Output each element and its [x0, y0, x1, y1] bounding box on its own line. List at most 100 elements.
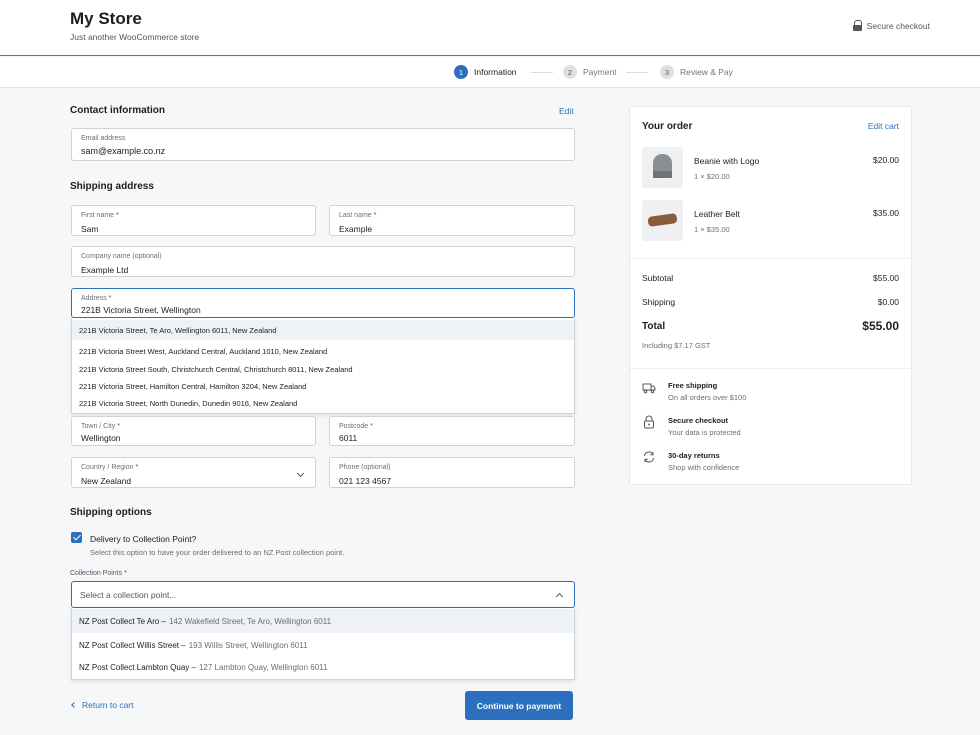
order-summary-title: Your order — [642, 121, 693, 132]
step-label: Information — [474, 67, 517, 77]
lock-icon — [644, 415, 654, 429]
first-name-field[interactable]: First name * Sam — [71, 205, 316, 236]
address-value: 221B Victoria Street, Wellington — [81, 305, 201, 315]
item-name: Beanie with Logo — [694, 156, 760, 166]
shipping-label: Shipping — [642, 297, 676, 307]
lock-icon — [852, 20, 863, 31]
address-label: Address * — [81, 295, 112, 302]
divider — [630, 368, 911, 369]
collection-point-checkbox-label[interactable]: Delivery to Collection Point? — [90, 534, 196, 544]
total-value: $55.00 — [862, 319, 899, 333]
continue-to-payment-button[interactable]: Continue to payment — [465, 691, 573, 720]
return-to-cart-link[interactable]: Return to cart — [71, 700, 134, 710]
subtotal-label: Subtotal — [642, 273, 674, 283]
postcode-label: Postcode * — [339, 423, 373, 430]
step-review-pay[interactable]: 3 Review & Pay — [660, 65, 733, 79]
collection-point-option[interactable]: NZ Post Collect Te Aro – 142 Wakefield S… — [72, 609, 574, 633]
chevron-left-icon — [71, 702, 77, 708]
step-connector — [531, 72, 553, 73]
order-summary: Your order Edit cart Beanie with Logo 1 … — [629, 106, 912, 485]
required-mark: * — [108, 295, 112, 302]
total-label: Total — [642, 321, 666, 332]
email-value: sam@example.co.nz — [81, 146, 166, 156]
option-address: 142 Wakefield Street, Te Aro, Wellington… — [169, 616, 332, 626]
postcode-value: 6011 — [339, 433, 358, 443]
feature-title: Secure checkout — [668, 416, 729, 425]
required-mark: * — [135, 464, 139, 471]
secure-checkout-indicator: Secure checkout — [852, 20, 930, 31]
collection-point-select[interactable]: Select a collection point... — [71, 581, 575, 608]
step-number: 1 — [454, 65, 468, 79]
step-number: 3 — [660, 65, 674, 79]
shipping-value: $0.00 — [877, 297, 899, 307]
email-label: Email address — [81, 135, 126, 142]
feature-subtitle: Shop with confidence — [668, 463, 740, 472]
address-suggestion[interactable]: 221B Victoria Street, Te Aro, Wellington… — [72, 320, 574, 340]
feature-title: Free shipping — [668, 381, 718, 390]
company-value: Example Ltd — [81, 265, 129, 275]
address-suggestion[interactable]: 221B Victoria Street, North Dunedin, Dun… — [72, 393, 574, 413]
required-mark: * — [117, 423, 120, 430]
collection-point-help: Select this option to have your order de… — [90, 548, 345, 557]
first-name-value: Sam — [81, 224, 99, 234]
return-to-cart-label: Return to cart — [82, 700, 134, 710]
country-select[interactable]: Country / Region * New Zealand — [71, 457, 316, 488]
required-mark: * — [124, 570, 127, 577]
step-number: 2 — [563, 65, 577, 79]
option-name: NZ Post Collect Lambton Quay – — [79, 662, 196, 672]
collection-point-options: NZ Post Collect Te Aro – 142 Wakefield S… — [71, 608, 575, 680]
option-address: 193 Willis Street, Wellington 6011 — [188, 640, 308, 650]
first-name-label: First name * — [81, 212, 119, 219]
feature-subtitle: On all orders over $100 — [668, 393, 747, 402]
address-suggestion[interactable]: 221B Victoria Street West, Auckland Cent… — [72, 341, 574, 361]
required-mark: * — [370, 423, 373, 430]
option-name: NZ Post Collect Te Aro – — [79, 616, 166, 626]
subtotal-value: $55.00 — [873, 273, 899, 283]
truck-icon — [642, 383, 656, 394]
collection-point-checkbox[interactable] — [71, 532, 82, 543]
company-field[interactable]: Company name (optional) Example Ltd — [71, 246, 575, 277]
edit-cart-link[interactable]: Edit cart — [868, 121, 899, 131]
address-suggestions: 221B Victoria Street, Te Aro, Wellington… — [71, 318, 575, 414]
item-name: Leather Belt — [694, 209, 740, 219]
country-value: New Zealand — [81, 476, 132, 486]
phone-label: Phone (optional) — [339, 464, 391, 471]
checkout-steps: 1 Information 2 Payment 3 Review & Pay — [0, 57, 980, 88]
gst-note: Including $7.17 GST — [642, 341, 711, 350]
address-field[interactable]: Address * 221B Victoria Street, Wellingt… — [71, 288, 575, 318]
shipping-options-title: Shipping options — [70, 507, 152, 518]
collection-points-label: Collection Points * — [70, 570, 127, 577]
collection-point-placeholder: Select a collection point... — [80, 589, 177, 600]
beanie-image — [653, 154, 672, 178]
postcode-field[interactable]: Postcode * 6011 — [329, 416, 575, 446]
last-name-field[interactable]: Last name * Example — [329, 205, 575, 236]
country-label: Country / Region * — [81, 464, 139, 471]
collection-point-option[interactable]: NZ Post Collect Willis Street – 193 Will… — [72, 633, 574, 657]
email-field[interactable]: Email address sam@example.co.nz — [71, 128, 575, 161]
phone-field[interactable]: Phone (optional) 021 123 4567 — [329, 457, 575, 488]
company-label: Company name (optional) — [81, 253, 162, 260]
step-connector — [626, 72, 648, 73]
city-field[interactable]: Town / City * Wellington — [71, 416, 316, 446]
phone-value: 021 123 4567 — [339, 476, 391, 486]
site-title[interactable]: My Store — [70, 9, 142, 29]
item-price: $35.00 — [873, 208, 899, 218]
step-payment[interactable]: 2 Payment — [563, 65, 617, 79]
divider — [630, 258, 911, 259]
last-name-label: Last name * — [339, 212, 377, 219]
contact-edit-link[interactable]: Edit — [559, 106, 574, 116]
city-label: Town / City * — [81, 423, 120, 430]
step-label: Payment — [583, 67, 617, 77]
chevron-down-icon — [296, 469, 305, 478]
step-information[interactable]: 1 Information — [454, 65, 517, 79]
step-label: Review & Pay — [680, 67, 733, 77]
chevron-up-icon — [555, 592, 564, 601]
feature-title: 30-day returns — [668, 451, 720, 460]
option-name: NZ Post Collect Willis Street – — [79, 640, 186, 650]
feature-subtitle: Your data is protected — [668, 428, 741, 437]
option-address: 127 Lambton Quay, Wellington 6011 — [198, 662, 328, 672]
item-qty: 1 × $20.00 — [694, 172, 730, 181]
last-name-value: Example — [339, 224, 373, 234]
collection-point-option[interactable]: NZ Post Collect Lambton Quay – 127 Lambt… — [72, 655, 574, 679]
shipping-section-title: Shipping address — [70, 181, 154, 192]
